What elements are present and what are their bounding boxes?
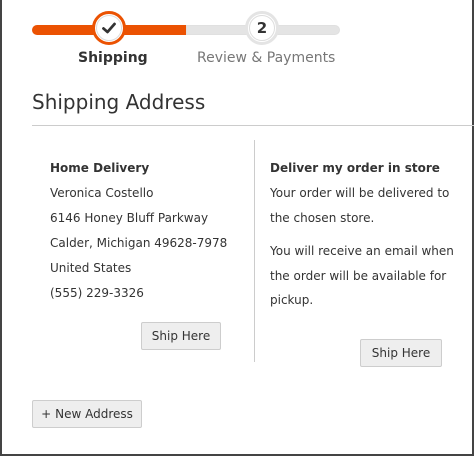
store-info-text: Your order will be delivered to the chos… [270, 186, 450, 225]
step-number: 2 [249, 15, 275, 41]
step-shipping-indicator[interactable] [92, 11, 126, 45]
plus-icon: + [41, 407, 52, 421]
address-card-home-delivery: Home Delivery Veronica Costello 6146 Hon… [50, 156, 227, 306]
column-divider [254, 140, 255, 362]
ship-here-button-store[interactable]: Ship Here [360, 339, 442, 367]
checkout-progress-bar: 2 Shipping Review & Payments [0, 0, 474, 80]
card-title: Home Delivery [50, 161, 150, 175]
store-info-text: You will receive an email when the order… [270, 244, 454, 307]
address-street: 6146 Honey Bluff Parkway [50, 211, 209, 225]
new-address-label: New Address [55, 407, 133, 421]
card-title: Deliver my order in store [270, 161, 440, 175]
address-city: Calder, Michigan 49628-7978 [50, 236, 228, 250]
address-country: United States [50, 261, 132, 275]
checkmark-icon [102, 22, 116, 34]
address-phone: (555) 229-3326 [50, 286, 144, 300]
new-address-button[interactable]: + New Address [32, 400, 142, 428]
step-review-label[interactable]: Review & Payments [197, 50, 335, 66]
address-name: Veronica Costello [50, 186, 154, 200]
ship-here-button-home[interactable]: Ship Here [141, 322, 221, 350]
title-divider [32, 125, 474, 126]
address-card-store-pickup: Deliver my order in store Your order wil… [270, 156, 466, 322]
page-title: Shipping Address [32, 90, 206, 114]
step-review-indicator[interactable]: 2 [245, 11, 279, 45]
step-shipping-label[interactable]: Shipping [78, 50, 148, 66]
